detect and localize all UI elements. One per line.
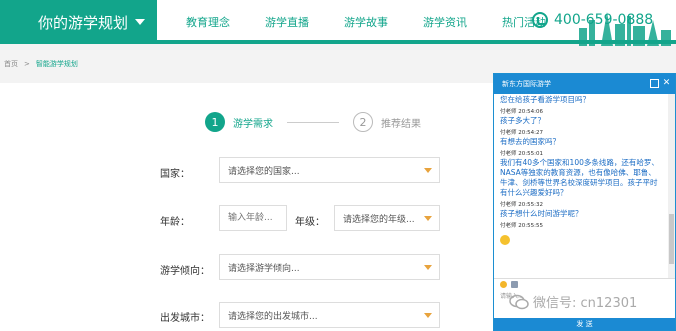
main-nav: 教育理念 游学直播 游学故事 游学资讯 热门活动 bbox=[186, 0, 581, 44]
city-label: 出发城市： bbox=[160, 313, 210, 324]
breadcrumb-separator: > bbox=[24, 60, 30, 68]
grade-label: 年级： bbox=[295, 217, 325, 228]
image-upload-icon[interactable] bbox=[511, 281, 518, 288]
dropdown-arrow-icon bbox=[424, 313, 432, 318]
emoji-picker-icon[interactable] bbox=[500, 281, 507, 288]
nav-item-news[interactable]: 游学资讯 bbox=[423, 14, 467, 30]
country-select-value: 请选择您的国家... bbox=[228, 166, 300, 177]
chat-message-meta: 付老师 20:55:32 bbox=[500, 202, 543, 208]
city-select[interactable]: 请选择您的出发城市... bbox=[219, 302, 440, 328]
chat-title: 新东方国际游学 bbox=[502, 80, 551, 88]
dropdown-arrow-icon bbox=[424, 216, 432, 221]
chat-messages: 您在给孩子看游学项目吗？ 付老师 20:54:06 孩子多大了？ 付老师 20:… bbox=[494, 94, 668, 278]
age-input[interactable] bbox=[219, 205, 287, 231]
chat-message: 我们有40多个国家和100多条线路，还有哈罗、NASA等独家的教育资源，也有像哈… bbox=[500, 158, 659, 197]
country-label: 国家： bbox=[160, 169, 190, 180]
brand-menu[interactable]: 你的游学规划 bbox=[0, 0, 157, 44]
step-indicator: 1 游学需求 2 推荐结果 bbox=[205, 112, 421, 132]
step-connector bbox=[287, 121, 339, 123]
chat-message-meta: 付老师 20:55:55 bbox=[500, 223, 543, 229]
city-skyline-illustration bbox=[579, 12, 671, 46]
breadcrumb-current: 智能游学规划 bbox=[35, 60, 78, 68]
age-label: 年龄： bbox=[160, 217, 190, 228]
chat-header: 新东方国际游学 ✕ bbox=[494, 74, 675, 94]
chat-message: 孩子多大了？ bbox=[500, 116, 545, 125]
chat-message-meta: 付老师 20:54:27 bbox=[500, 130, 543, 136]
chat-message-meta: 付老师 20:55:01 bbox=[500, 151, 543, 157]
breadcrumb: 首页 > 智能游学规划 bbox=[4, 59, 78, 69]
dropdown-arrow-icon bbox=[424, 168, 432, 173]
chat-message: 孩子想什么时间游学呢？ bbox=[500, 209, 583, 218]
nav-item-stories[interactable]: 游学故事 bbox=[344, 14, 388, 30]
scrollbar-thumb[interactable] bbox=[669, 214, 674, 264]
step-1-label: 游学需求 bbox=[233, 118, 273, 130]
nav-item-philosophy[interactable]: 教育理念 bbox=[186, 14, 230, 30]
grade-select-value: 请选择您的年级... bbox=[343, 214, 415, 225]
step-2-label: 推荐结果 bbox=[381, 118, 421, 130]
intent-label: 游学倾向： bbox=[160, 266, 210, 277]
intent-select-value: 请选择游学倾向... bbox=[228, 263, 300, 274]
emoji-sticker-icon bbox=[500, 235, 510, 245]
chat-message: 您在给孩子看游学项目吗？ bbox=[500, 95, 590, 104]
brand-title: 你的游学规划 bbox=[38, 13, 129, 32]
country-select[interactable]: 请选择您的国家... bbox=[219, 157, 440, 183]
chevron-down-icon bbox=[135, 19, 145, 25]
chat-message: 有想去的国家吗？ bbox=[500, 137, 560, 146]
send-button[interactable]: 发 送 bbox=[494, 318, 675, 330]
intent-select[interactable]: 请选择游学倾向... bbox=[219, 254, 440, 280]
maximize-icon[interactable] bbox=[650, 79, 659, 88]
dropdown-arrow-icon bbox=[424, 265, 432, 270]
watermark-text: 微信号: cn12301 bbox=[533, 296, 638, 311]
step-1-number: 1 bbox=[205, 112, 225, 132]
close-icon[interactable]: ✕ bbox=[661, 78, 672, 89]
phone-icon bbox=[532, 12, 548, 28]
breadcrumb-home[interactable]: 首页 bbox=[4, 60, 18, 68]
wechat-icon bbox=[509, 294, 529, 309]
top-navbar: 你的游学规划 教育理念 游学直播 游学故事 游学资讯 热门活动 400-659-… bbox=[0, 0, 676, 46]
chat-toolbar bbox=[494, 278, 675, 290]
chat-scrollbar[interactable] bbox=[668, 94, 675, 278]
grade-select[interactable]: 请选择您的年级... bbox=[334, 205, 440, 231]
chat-message-meta: 付老师 20:54:06 bbox=[500, 109, 543, 115]
step-2-number: 2 bbox=[353, 112, 373, 132]
city-select-value: 请选择您的出发城市... bbox=[228, 311, 318, 322]
wechat-watermark: 微信号: cn12301 bbox=[509, 292, 637, 311]
nav-item-live[interactable]: 游学直播 bbox=[265, 14, 309, 30]
